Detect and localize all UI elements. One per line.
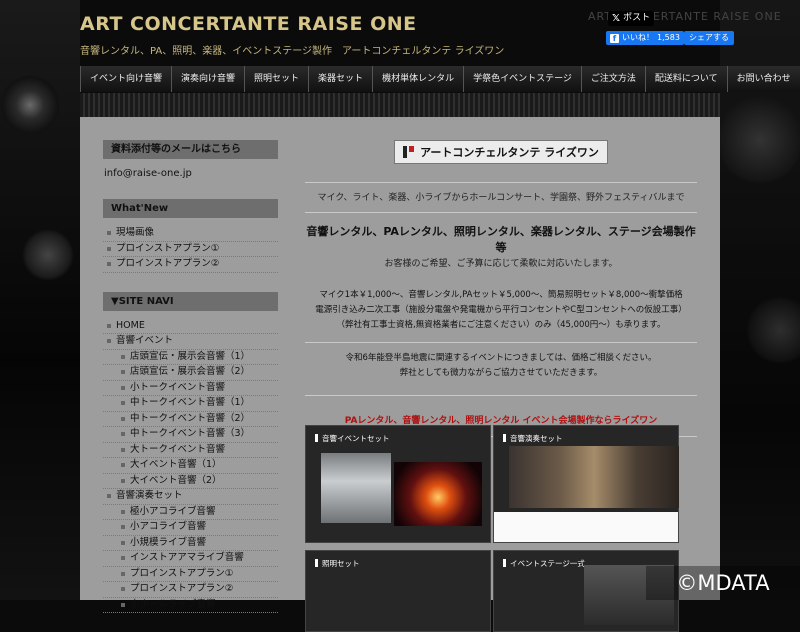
sitenavi-item[interactable]: 小トークイベント音響 bbox=[103, 381, 278, 396]
main-column: アートコンチェルタンテ ライズワン マイク、ライト、楽器、小ライブからホールコン… bbox=[305, 140, 697, 632]
sitenavi-item[interactable]: 大トークイベント音響 bbox=[103, 443, 278, 458]
sitenavi-item[interactable]: 店頭宣伝・展示会音響（2） bbox=[103, 365, 278, 381]
facebook-share-button[interactable]: シェアする bbox=[684, 31, 734, 45]
sitenavi-heading: ▼SITE NAVI bbox=[103, 291, 278, 311]
x-logo-icon: 𝕏 bbox=[612, 13, 621, 24]
card-label: イベントステージ一式 bbox=[503, 558, 585, 569]
sitenavi-item[interactable]: 中トークイベント音響（2） bbox=[103, 412, 278, 427]
whatsnew-heading: What'New bbox=[103, 199, 278, 218]
nav-item-event-sound[interactable]: イベント向け音響 bbox=[81, 66, 173, 92]
nav-item-equipment-rental[interactable]: 機材単体レンタル bbox=[373, 66, 465, 92]
watermark: ©MDATA bbox=[646, 566, 800, 600]
nav-item-shipping[interactable]: 配送料について bbox=[645, 66, 728, 92]
whatsnew-item[interactable]: プロインストアプラン① bbox=[103, 242, 278, 257]
mail-address-link[interactable]: info@raise-one.jp bbox=[104, 168, 278, 179]
x-post-label: ポスト bbox=[623, 13, 651, 23]
services-subtext: お客様のご希望、ご予算に応じて柔軟に対応いたします。 bbox=[384, 259, 618, 269]
price-line: 電源引き込み二次工事（施設分電盤や発電機から平行コンセントやC型コンセントへの仮… bbox=[315, 305, 687, 315]
sitenavi-item[interactable]: インストアアマライブ音響 bbox=[103, 551, 278, 567]
nav-item-festival-stage[interactable]: 学祭色イベントステージ bbox=[464, 66, 582, 92]
card-photo-blank bbox=[494, 512, 678, 542]
sitenavi-item[interactable]: 小規模ライブ音響 bbox=[103, 536, 278, 551]
sitenavi-item[interactable]: HOME bbox=[103, 319, 278, 334]
whatsnew-list: 現場画像 プロインストアプラン① プロインストアプラン② bbox=[103, 226, 278, 273]
logo-mark-icon bbox=[403, 146, 415, 158]
sidebar: 資料添付等のメールはこちら info@raise-one.jp What'New… bbox=[103, 140, 278, 613]
site-tagline: 音響レンタル、PA、照明、楽器、イベントステージ製作 アートコンチェルタンテ ラ… bbox=[80, 46, 505, 57]
x-post-button[interactable]: 𝕏 ポスト bbox=[608, 11, 655, 26]
sitenavi-item[interactable]: 大イベント音響（1） bbox=[103, 458, 278, 474]
sitenavi-item[interactable]: プロインストアプラン② bbox=[103, 582, 278, 598]
price-line: マイク1本￥1,000～、音響レンタル,PAセット￥5,000～、簡易照明セット… bbox=[319, 290, 683, 300]
sitenavi-item[interactable]: 音響イベント bbox=[103, 334, 278, 350]
nav-item-performance-sound[interactable]: 演奏向け音響 bbox=[172, 66, 246, 92]
global-nav: イベント向け音響 演奏向け音響 照明セット 楽器セット 機材単体レンタル 学祭色… bbox=[80, 66, 800, 92]
sitenavi-item[interactable]: プロインストアプラン① bbox=[103, 567, 278, 582]
intro-text: マイク、ライト、楽器、小ライブからホールコンサート、学園祭、野外フェスティバルま… bbox=[317, 193, 685, 203]
card-sound-performance[interactable]: 音響演奏セット bbox=[493, 425, 679, 543]
sitenavi-item[interactable]: 極小アコライブ音響 bbox=[103, 505, 278, 520]
notice-text: 令和6年能登半島地震に関連するイベントにつきましては、価格ご相談ください。 弊社… bbox=[305, 343, 697, 395]
mail-heading: 資料添付等のメールはこちら bbox=[103, 140, 278, 159]
card-label: 音響演奏セット bbox=[503, 433, 563, 444]
logo-text: アートコンチェルタンテ ライズワン bbox=[420, 146, 599, 159]
whatsnew-item[interactable]: プロインストアプラン② bbox=[103, 257, 278, 273]
card-label: 音響イベントセット bbox=[315, 433, 390, 444]
price-line: （弊社有工事士資格,無資格業者にご注意ください）のみ（45,000円～）も承りま… bbox=[336, 320, 666, 330]
card-photo-festival bbox=[394, 462, 482, 526]
card-photo-stage bbox=[509, 446, 679, 508]
facebook-like-button[interactable]: f いいね！ 1,583 bbox=[606, 31, 684, 45]
nav-item-how-to-order[interactable]: ご注文方法 bbox=[581, 66, 646, 92]
speaker-grill-band bbox=[80, 93, 720, 117]
nav-item-contact[interactable]: お問い合わせ bbox=[727, 66, 800, 92]
card-lighting[interactable]: 照明セット bbox=[305, 550, 491, 632]
nav-item-instrument-set[interactable]: 楽器セット bbox=[309, 66, 374, 92]
like-count: 1,583 bbox=[657, 33, 680, 42]
whatsnew-item[interactable]: 現場画像 bbox=[103, 226, 278, 242]
background-left bbox=[0, 0, 80, 600]
sitenavi-list: HOME 音響イベント 店頭宣伝・展示会音響（1） 店頭宣伝・展示会音響（2） 小トーク… bbox=[103, 319, 278, 613]
like-label: いいね！ bbox=[622, 33, 654, 42]
sitenavi-item[interactable]: 音響演奏セット bbox=[103, 489, 278, 505]
divider bbox=[305, 212, 697, 213]
notice-line: 令和6年能登半島地震に関連するイベントにつきましては、価格ご相談ください。 bbox=[345, 353, 657, 363]
content-area: 資料添付等のメールはこちら info@raise-one.jp What'New… bbox=[80, 117, 720, 632]
site-title[interactable]: ART CONCERTANTE RAISE ONE bbox=[80, 13, 417, 35]
facebook-logo-icon: f bbox=[610, 33, 619, 43]
card-label: 照明セット bbox=[315, 558, 360, 569]
sitenavi-item[interactable]: 大イベント音響（2） bbox=[103, 474, 278, 489]
services-heading: 音響レンタル、PAレンタル、照明レンタル、楽器レンタル、ステージ会場製作 等 bbox=[306, 225, 696, 254]
company-logo: アートコンチェルタンテ ライズワン bbox=[394, 140, 608, 164]
sitenavi-item[interactable]: 店頭宣伝・展示会音響（1） bbox=[103, 350, 278, 365]
sitenavi-item[interactable]: 中トークイベント音響（3） bbox=[103, 427, 278, 443]
nav-item-lighting-set[interactable]: 照明セット bbox=[245, 66, 310, 92]
sitenavi-item[interactable]: 小アコライブ音響 bbox=[103, 520, 278, 536]
notice-line: 弊社としても微力ながらご協力させていただきます。 bbox=[399, 368, 603, 378]
card-sound-event[interactable]: 音響イベントセット bbox=[305, 425, 491, 543]
card-photo-hall bbox=[321, 453, 391, 523]
sitenavi-item[interactable]: 中トークイベント音響（1） bbox=[103, 396, 278, 412]
